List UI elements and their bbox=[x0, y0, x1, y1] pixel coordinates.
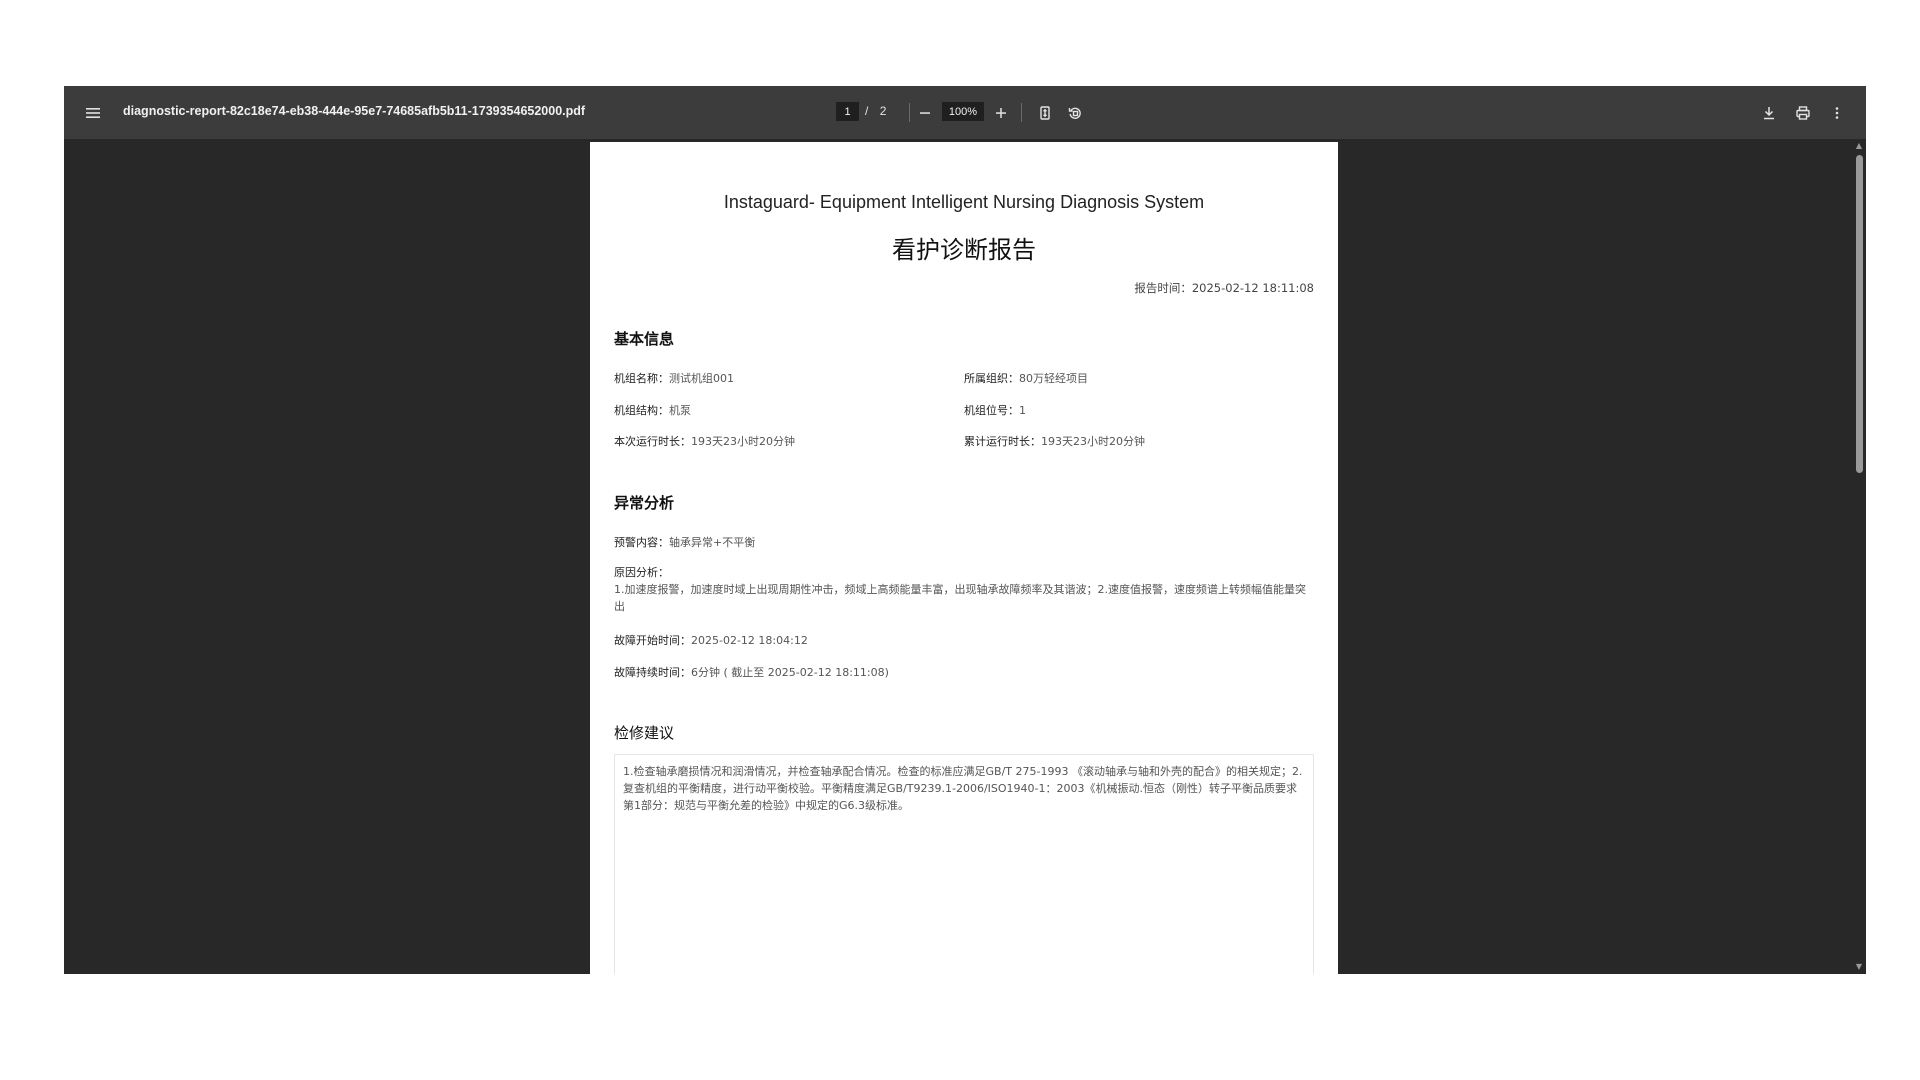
zoom-input[interactable] bbox=[942, 102, 984, 121]
field-label: 故障开始时间： bbox=[614, 634, 691, 647]
report-time: 报告时间：2025-02-12 18:11:08 bbox=[1134, 281, 1314, 295]
menu-icon[interactable] bbox=[80, 100, 106, 126]
reason-analysis: 原因分析： 1.加速度报警，加速度时域上出现周期性冲击，频域上高频能量丰富，出现… bbox=[614, 564, 1314, 615]
toolbar-divider bbox=[1021, 103, 1022, 122]
scroll-up-icon[interactable]: ▲ bbox=[1854, 141, 1864, 151]
field-value: 2025-02-12 18:04:12 bbox=[691, 634, 808, 647]
field-label: 机组位号： bbox=[964, 404, 1019, 417]
fault-duration-field: 故障持续时间：6分钟 ( 截止至 2025-02-12 18:11:08) bbox=[614, 664, 889, 680]
field-label: 累计运行时长： bbox=[964, 435, 1041, 448]
field-label: 机组名称： bbox=[614, 372, 669, 385]
field-value: 193天23小时20分钟 bbox=[691, 435, 795, 448]
basic-info-heading: 基本信息 bbox=[614, 330, 675, 348]
total-pages: 2 bbox=[879, 104, 887, 118]
scroll-thumb[interactable] bbox=[1856, 155, 1863, 473]
page-count: / 2 bbox=[865, 104, 886, 118]
fit-page-icon[interactable] bbox=[1032, 100, 1058, 126]
page-separator: / bbox=[865, 104, 869, 118]
field-value: 轴承异常+不平衡 bbox=[669, 536, 756, 549]
unit-name-field: 机组名称：测试机组001 bbox=[614, 370, 734, 386]
report-title: 看护诊断报告 bbox=[892, 236, 1036, 264]
field-value: 6分钟 ( 截止至 2025-02-12 18:11:08) bbox=[691, 666, 889, 679]
current-runtime-field: 本次运行时长：193天23小时20分钟 bbox=[614, 433, 795, 449]
plus-icon[interactable] bbox=[988, 100, 1014, 126]
field-label: 故障持续时间： bbox=[614, 666, 691, 679]
file-name: diagnostic-report-82c18e74-eb38-444e-95e… bbox=[123, 104, 586, 118]
field-label: 机组结构： bbox=[614, 404, 669, 417]
maintenance-heading: 检修建议 bbox=[614, 724, 675, 742]
unit-position-field: 机组位号：1 bbox=[964, 402, 1026, 418]
rotate-icon[interactable] bbox=[1062, 100, 1088, 126]
download-icon[interactable] bbox=[1756, 100, 1782, 126]
scroll-down-icon[interactable]: ▼ bbox=[1854, 962, 1864, 972]
fault-start-field: 故障开始时间：2025-02-12 18:04:12 bbox=[614, 632, 808, 648]
vertical-scrollbar[interactable]: ▲ ▼ bbox=[1852, 139, 1866, 974]
field-value: 1 bbox=[1019, 404, 1026, 417]
field-label: 所属组织： bbox=[964, 372, 1019, 385]
field-value: 机泵 bbox=[669, 404, 691, 417]
field-value: 1.加速度报警，加速度时域上出现周期性冲击，频域上高频能量丰富，出现轴承故障频率… bbox=[614, 583, 1306, 613]
field-label: 本次运行时长： bbox=[614, 435, 691, 448]
pdf-page: Instaguard- Equipment Intelligent Nursin… bbox=[590, 142, 1338, 974]
system-title: Instaguard- Equipment Intelligent Nursin… bbox=[723, 192, 1205, 212]
organization-field: 所属组织：80万轻经项目 bbox=[964, 370, 1088, 386]
minus-icon[interactable] bbox=[912, 100, 938, 126]
total-runtime-field: 累计运行时长：193天23小时20分钟 bbox=[964, 433, 1145, 449]
page-number-input[interactable] bbox=[836, 102, 859, 121]
toolbar-divider bbox=[909, 103, 910, 122]
field-label: 原因分析： bbox=[614, 566, 669, 579]
pdf-viewer: diagnostic-report-82c18e74-eb38-444e-95e… bbox=[64, 86, 1866, 974]
anomaly-heading: 异常分析 bbox=[614, 494, 675, 512]
pdf-toolbar: diagnostic-report-82c18e74-eb38-444e-95e… bbox=[64, 86, 1866, 139]
field-value: 193天23小时20分钟 bbox=[1041, 435, 1145, 448]
more-vert-icon[interactable] bbox=[1824, 100, 1850, 126]
maintenance-advice: 1.检查轴承磨损情况和润滑情况，并检查轴承配合情况。检查的标准应满足GB/T 2… bbox=[614, 754, 1314, 974]
field-label: 预警内容： bbox=[614, 536, 669, 549]
field-value: 80万轻经项目 bbox=[1019, 372, 1088, 385]
unit-structure-field: 机组结构：机泵 bbox=[614, 402, 691, 418]
warning-content-field: 预警内容：轴承异常+不平衡 bbox=[614, 534, 755, 550]
print-icon[interactable] bbox=[1790, 100, 1816, 126]
field-value: 测试机组001 bbox=[669, 372, 734, 385]
